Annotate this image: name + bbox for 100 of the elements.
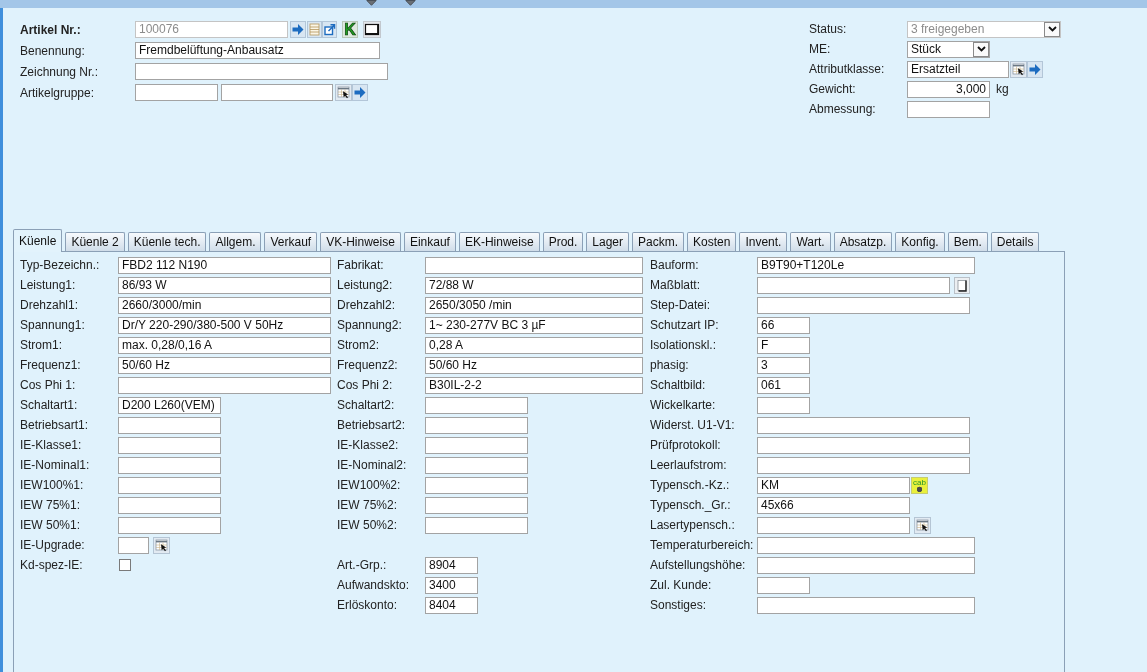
- field-label: Zeichnung Nr.:: [20, 64, 99, 79]
- tab[interactable]: Lager: [586, 232, 629, 251]
- text-field[interactable]: [425, 256, 643, 274]
- tab[interactable]: Kosten: [687, 232, 737, 251]
- text-field[interactable]: 50/60 Hz: [118, 356, 331, 374]
- field-label: Aufstellungshöhe:: [650, 558, 746, 572]
- tab[interactable]: EK-Hinweise: [458, 232, 540, 251]
- field-label: Widerst. U1-V1:: [650, 418, 735, 432]
- text-field[interactable]: [757, 396, 810, 414]
- text-field[interactable]: [135, 63, 388, 80]
- tab[interactable]: Bem.: [947, 232, 988, 251]
- tab[interactable]: Packm.: [632, 232, 685, 251]
- tab[interactable]: Küenle tech.: [127, 232, 207, 251]
- arrow-right-icon[interactable]: [290, 21, 306, 38]
- text-field[interactable]: [757, 436, 970, 454]
- text-field[interactable]: [757, 576, 810, 594]
- cursor-icon[interactable]: [335, 84, 352, 101]
- text-field[interactable]: 72/88 W: [425, 276, 643, 294]
- text-field[interactable]: [757, 456, 970, 474]
- text-field[interactable]: 66: [757, 316, 810, 334]
- text-field[interactable]: [757, 416, 970, 434]
- text-field[interactable]: [425, 496, 528, 514]
- field-label: Cos Phi 1:: [20, 378, 76, 392]
- text-field[interactable]: Fremdbelüftung-Anbausatz: [135, 42, 380, 59]
- page-icon[interactable]: [954, 276, 970, 294]
- cursor-icon[interactable]: [1010, 60, 1027, 78]
- text-field[interactable]: D200 L260(VEM): [118, 396, 221, 414]
- text-field[interactable]: Dr/Y 220-290/380-500 V 50Hz: [118, 316, 331, 334]
- tab[interactable]: Küenle: [13, 229, 63, 252]
- text-field[interactable]: [425, 416, 528, 434]
- text-field[interactable]: [118, 516, 221, 534]
- external-link-icon[interactable]: [322, 21, 337, 38]
- field-label: Typensch._Gr.:: [650, 498, 731, 512]
- text-field[interactable]: 3,000: [907, 80, 990, 98]
- tab[interactable]: Absatzp.: [833, 232, 893, 251]
- field-label: IE-Nominal2:: [337, 458, 407, 472]
- field-label: Artikel Nr.:: [20, 22, 81, 37]
- text-field[interactable]: [425, 516, 528, 534]
- text-field[interactable]: [118, 456, 221, 474]
- text-field[interactable]: [757, 276, 950, 294]
- text-field[interactable]: F: [757, 336, 810, 354]
- text-field[interactable]: [757, 536, 975, 554]
- text-field[interactable]: [425, 456, 528, 474]
- arrow-right-icon[interactable]: [1027, 60, 1043, 78]
- text-field[interactable]: [118, 476, 221, 494]
- field-label: Status:: [809, 22, 847, 36]
- dropdown[interactable]: Stück: [907, 40, 990, 58]
- text-field[interactable]: Ersatzteil: [907, 60, 1009, 78]
- tab[interactable]: Einkauf: [403, 232, 456, 251]
- text-field[interactable]: 50/60 Hz: [425, 356, 643, 374]
- text-field[interactable]: 1~ 230-277V BC 3 µF: [425, 316, 643, 334]
- text-field[interactable]: 061: [757, 376, 810, 394]
- cursor-icon[interactable]: [914, 516, 931, 534]
- caret-down-icon[interactable]: [366, 0, 377, 6]
- text-field[interactable]: B9T90+T120Le: [757, 256, 975, 274]
- text-field[interactable]: [425, 476, 528, 494]
- field-label: IE-Klasse2:: [337, 438, 399, 452]
- text-field[interactable]: 2650/3050 /min: [425, 296, 643, 314]
- text-field[interactable]: 86/93 W: [118, 276, 331, 294]
- text-field[interactable]: [118, 536, 149, 554]
- tab[interactable]: Prod.: [542, 232, 584, 251]
- text-field[interactable]: [757, 516, 910, 534]
- text-field[interactable]: [221, 84, 333, 101]
- text-field[interactable]: 45x66: [757, 496, 910, 514]
- text-field[interactable]: [907, 100, 990, 118]
- text-field[interactable]: [135, 84, 218, 101]
- text-field[interactable]: 8904: [425, 556, 478, 574]
- tab[interactable]: Allgem.: [209, 232, 262, 251]
- text-field[interactable]: [425, 396, 528, 414]
- text-field[interactable]: [118, 496, 221, 514]
- field-label: Betriebsart2:: [337, 418, 406, 432]
- tab[interactable]: Details: [990, 232, 1040, 251]
- text-field[interactable]: 0,28 A: [425, 336, 643, 354]
- arrow-right-icon[interactable]: [352, 84, 368, 101]
- text-field[interactable]: 3400: [425, 576, 478, 594]
- tab[interactable]: Invent.: [739, 232, 788, 251]
- text-field[interactable]: 3: [757, 356, 810, 374]
- text-field[interactable]: FBD2 112 N190: [118, 256, 331, 274]
- text-field[interactable]: [118, 376, 331, 394]
- text-field[interactable]: max. 0,28/0,16 A: [118, 336, 331, 354]
- text-field[interactable]: [118, 436, 221, 454]
- text-field[interactable]: [757, 596, 975, 614]
- cursor-icon[interactable]: [153, 536, 170, 554]
- caret-down-icon[interactable]: [405, 0, 416, 6]
- text-field[interactable]: 2660/3000/min: [118, 296, 331, 314]
- text-field[interactable]: 8404: [425, 596, 478, 614]
- field-label: Wickelkarte:: [650, 398, 716, 412]
- tab[interactable]: Küenle 2: [65, 232, 125, 251]
- text-field[interactable]: [757, 296, 970, 314]
- tab[interactable]: Verkauf: [264, 232, 318, 251]
- text-field[interactable]: KM: [757, 476, 910, 494]
- text-field[interactable]: [118, 416, 221, 434]
- checkbox[interactable]: [119, 559, 131, 571]
- text-field[interactable]: [757, 556, 975, 574]
- window-icon[interactable]: [363, 21, 381, 38]
- text-field[interactable]: B30IL-2-2: [425, 376, 643, 394]
- tab[interactable]: VK-Hinweise: [320, 232, 401, 251]
- text-field[interactable]: [425, 436, 528, 454]
- tab[interactable]: Wart.: [790, 232, 831, 251]
- tab[interactable]: Konfig.: [895, 232, 945, 251]
